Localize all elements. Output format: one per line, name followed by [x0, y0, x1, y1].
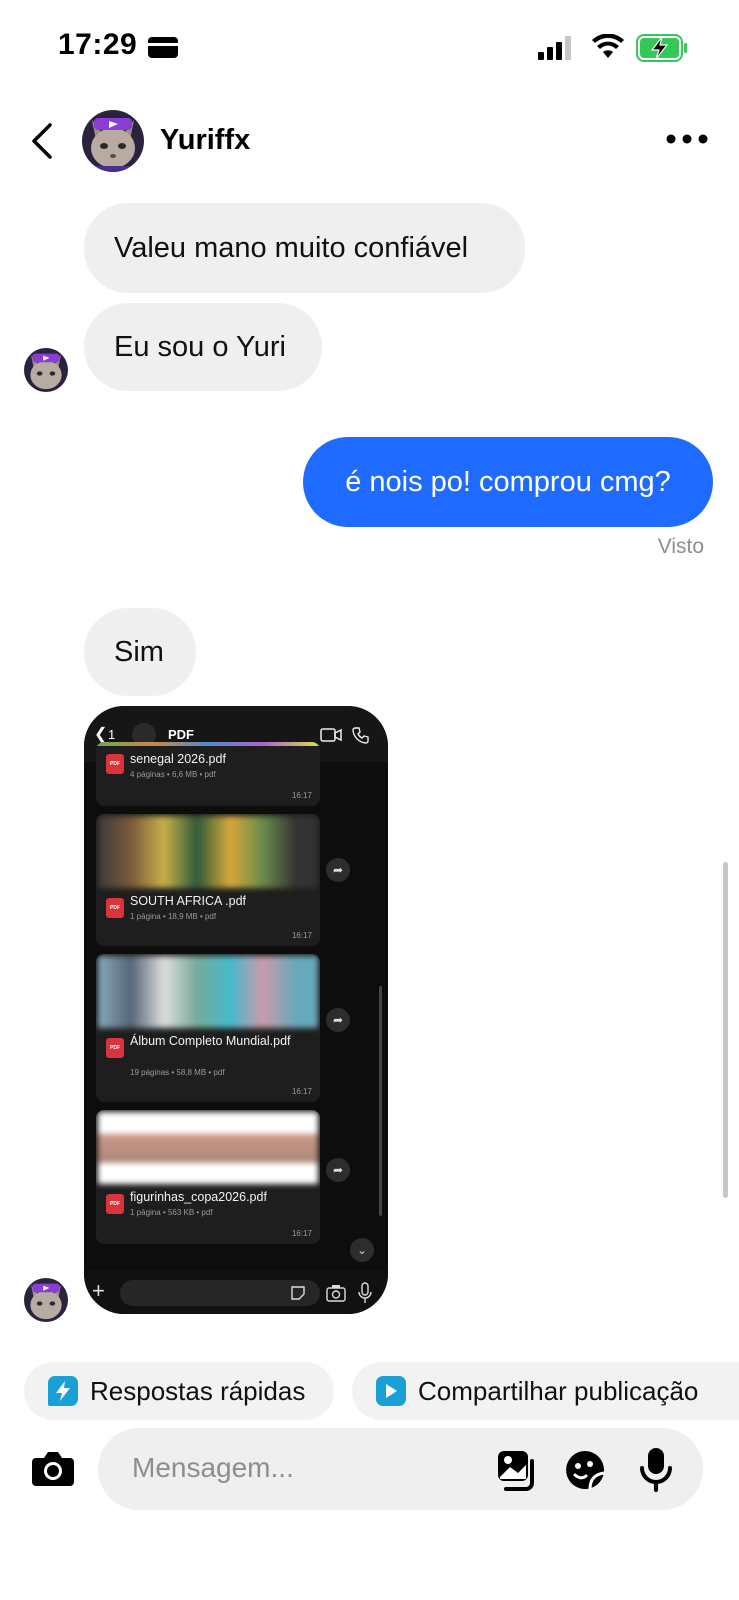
gallery-icon[interactable] — [496, 1449, 538, 1491]
pdf-thumbnail — [98, 956, 318, 1028]
wifi-icon — [592, 34, 624, 58]
shared-screenshot-image[interactable]: ❮ 1 PDF PDF senegal 2026.pdf 4 páginas •… — [84, 706, 388, 1314]
pdf-file-icon: PDF — [106, 1038, 124, 1058]
message-incoming[interactable]: Sim — [84, 608, 196, 696]
lightning-icon — [48, 1376, 78, 1406]
message-composer[interactable]: Mensagem... — [98, 1428, 703, 1510]
microphone-icon[interactable] — [638, 1446, 674, 1492]
message-text: Valeu mano muito confiável — [114, 231, 469, 264]
pdf-time: 16:17 — [291, 1087, 312, 1096]
sticker-icon — [291, 1286, 305, 1300]
cat-avatar-icon — [24, 1278, 68, 1322]
cat-avatar-icon — [82, 110, 144, 172]
message-text: Sim — [114, 635, 164, 668]
play-icon — [376, 1376, 406, 1406]
pdf-name: SOUTH AFRICA .pdf — [130, 894, 247, 908]
pdf-file-icon: PDF — [106, 898, 124, 918]
camera-icon — [326, 1285, 346, 1302]
screenshot-scrollbar — [379, 986, 382, 1216]
pdf-meta: 4 páginas • 6,6 MB • pdf — [130, 770, 216, 779]
more-options-icon[interactable] — [664, 132, 710, 146]
pdf-meta: 1 página • 563 KB • pdf — [130, 1208, 213, 1217]
screenshot-input-bar: + — [84, 1270, 388, 1314]
pdf-thumbnail — [98, 816, 318, 888]
message-input[interactable]: Mensagem... — [132, 1452, 294, 1484]
pdf-name: Álbum Completo Mundial.pdf — [130, 1034, 291, 1048]
pdf-name: figurinhas_copa2026.pdf — [130, 1190, 267, 1204]
pdf-meta: 1 página • 18,9 MB • pdf — [130, 912, 217, 921]
camera-button-icon[interactable] — [30, 1446, 76, 1492]
chevron-down-icon: ⌄ — [350, 1238, 374, 1262]
battery-charging-icon — [636, 34, 687, 62]
pdf-document-card: PDF SOUTH AFRICA .pdf 1 página • 18,9 MB… — [96, 814, 320, 946]
message-text: é nois po! comprou cmg? — [345, 465, 671, 498]
phone-call-icon — [352, 727, 369, 744]
quick-replies-chip[interactable]: Respostas rápidas — [24, 1362, 334, 1420]
quick-replies-label: Respostas rápidas — [90, 1375, 306, 1406]
sticker-icon[interactable] — [564, 1449, 606, 1491]
sender-avatar — [24, 1278, 68, 1322]
pdf-time: 16:17 — [291, 931, 312, 940]
sender-avatar — [24, 348, 68, 392]
message-incoming[interactable]: Valeu mano muito confiável — [84, 203, 525, 293]
screenshot-back-count: 1 — [108, 727, 116, 742]
pdf-document-card: PDF Álbum Completo Mundial.pdf 19 página… — [96, 954, 320, 1102]
microphone-icon — [358, 1282, 372, 1303]
status-time: 17:29 — [58, 28, 138, 61]
message-text: Eu sou o Yuri — [114, 330, 286, 363]
plus-icon: + — [92, 1278, 105, 1303]
pdf-file-icon: PDF — [106, 1194, 124, 1214]
pdf-file-icon: PDF — [106, 754, 124, 774]
pdf-time: 16:17 — [291, 791, 312, 800]
forward-icon: ➦ — [326, 1008, 350, 1032]
message-outgoing[interactable]: é nois po! comprou cmg? — [303, 437, 713, 527]
chat-scrollbar[interactable] — [723, 862, 728, 1198]
video-call-icon — [320, 728, 342, 742]
forward-icon: ➦ — [326, 1158, 350, 1182]
pdf-meta: 19 páginas • 58,8 MB • pdf — [130, 1068, 225, 1077]
cellular-signal-icon — [538, 36, 571, 60]
share-post-chip[interactable]: Compartilhar publicação — [352, 1362, 739, 1420]
screenshot-back-icon: ❮ — [94, 726, 108, 743]
pdf-thumbnail — [98, 1112, 318, 1184]
seen-status: Visto — [657, 535, 704, 558]
pdf-document-card: PDF senegal 2026.pdf 4 páginas • 6,6 MB … — [96, 742, 320, 806]
contact-name[interactable]: Yuriffx — [160, 124, 250, 157]
pdf-name: senegal 2026.pdf — [130, 752, 226, 766]
pdf-document-card: PDF figurinhas_copa2026.pdf 1 página • 5… — [96, 1110, 320, 1244]
screenshot-title: PDF — [168, 727, 194, 742]
contact-avatar[interactable] — [82, 110, 144, 172]
cat-avatar-icon — [24, 348, 68, 392]
share-post-label: Compartilhar publicação — [418, 1375, 699, 1406]
pdf-time: 16:17 — [291, 1229, 312, 1238]
forward-icon: ➦ — [326, 858, 350, 882]
wallet-card-icon — [148, 37, 178, 58]
message-incoming[interactable]: Eu sou o Yuri — [84, 303, 322, 391]
back-arrow-icon[interactable] — [28, 121, 56, 161]
